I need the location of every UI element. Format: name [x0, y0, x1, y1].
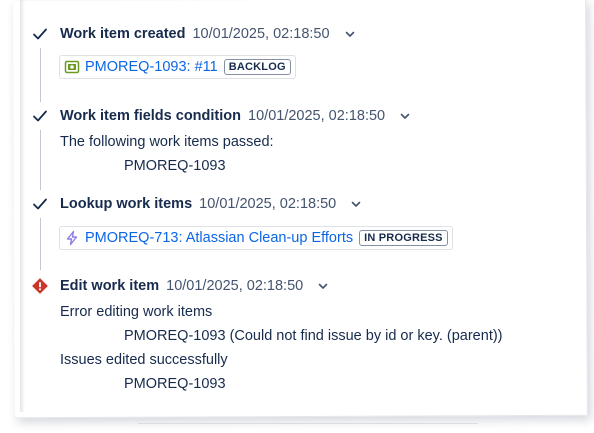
chevron-down-icon[interactable] [350, 198, 362, 210]
check-icon [33, 28, 47, 40]
step-timestamp: 10/01/2025, 02:18:50 [199, 196, 337, 212]
chevron-down-icon[interactable] [344, 28, 356, 40]
work-item-link[interactable]: PMOREQ-1093: #11 BACKLOG [59, 55, 296, 79]
timeline-connector [40, 48, 41, 102]
step-message: The following work items passed: [60, 134, 274, 150]
step-header[interactable]: Lookup work items 10/01/2025, 02:18:50 [60, 196, 362, 212]
work-item-key: PMOREQ-1093: #11 [85, 59, 218, 75]
step-header[interactable]: Work item fields condition 10/01/2025, 0… [60, 108, 411, 124]
success-message: Issues edited successfully [60, 352, 228, 368]
epic-icon [66, 230, 78, 246]
step-header[interactable]: Work item created 10/01/2025, 02:18:50 [60, 26, 356, 42]
card-bottom-edge [138, 423, 478, 424]
error-message: Error editing work items [60, 304, 213, 320]
work-item-key: PMOREQ-1093 [124, 376, 226, 392]
step-title: Work item created [60, 26, 186, 42]
error-detail: PMOREQ-1093 (Could not find issue by id … [124, 328, 503, 344]
status-badge: BACKLOG [223, 59, 291, 75]
work-item-key: PMOREQ-1093 [124, 158, 226, 174]
timeline-connector [40, 218, 41, 270]
check-icon [33, 110, 47, 122]
step-timestamp: 10/01/2025, 02:18:50 [192, 26, 330, 42]
step-title: Work item fields condition [60, 108, 241, 124]
work-item-link[interactable]: PMOREQ-713: Atlassian Clean-up Efforts I… [59, 226, 453, 250]
status-badge: IN PROGRESS [359, 230, 448, 246]
step-title: Edit work item [60, 278, 160, 294]
step-header[interactable]: Edit work item 10/01/2025, 02:18:50 [60, 278, 329, 294]
timeline-connector [40, 130, 41, 190]
error-icon [32, 278, 48, 294]
step-timestamp: 10/01/2025, 02:18:50 [166, 278, 304, 294]
step-title: Lookup work items [60, 196, 193, 212]
step-timestamp: 10/01/2025, 02:18:50 [248, 108, 386, 124]
work-item-key: PMOREQ-713: Atlassian Clean-up Efforts [85, 230, 354, 246]
check-icon [33, 198, 47, 210]
card-edge-shadow [20, 0, 25, 412]
chevron-down-icon[interactable] [317, 280, 329, 292]
chevron-down-icon[interactable] [399, 110, 411, 122]
story-icon [64, 60, 80, 74]
